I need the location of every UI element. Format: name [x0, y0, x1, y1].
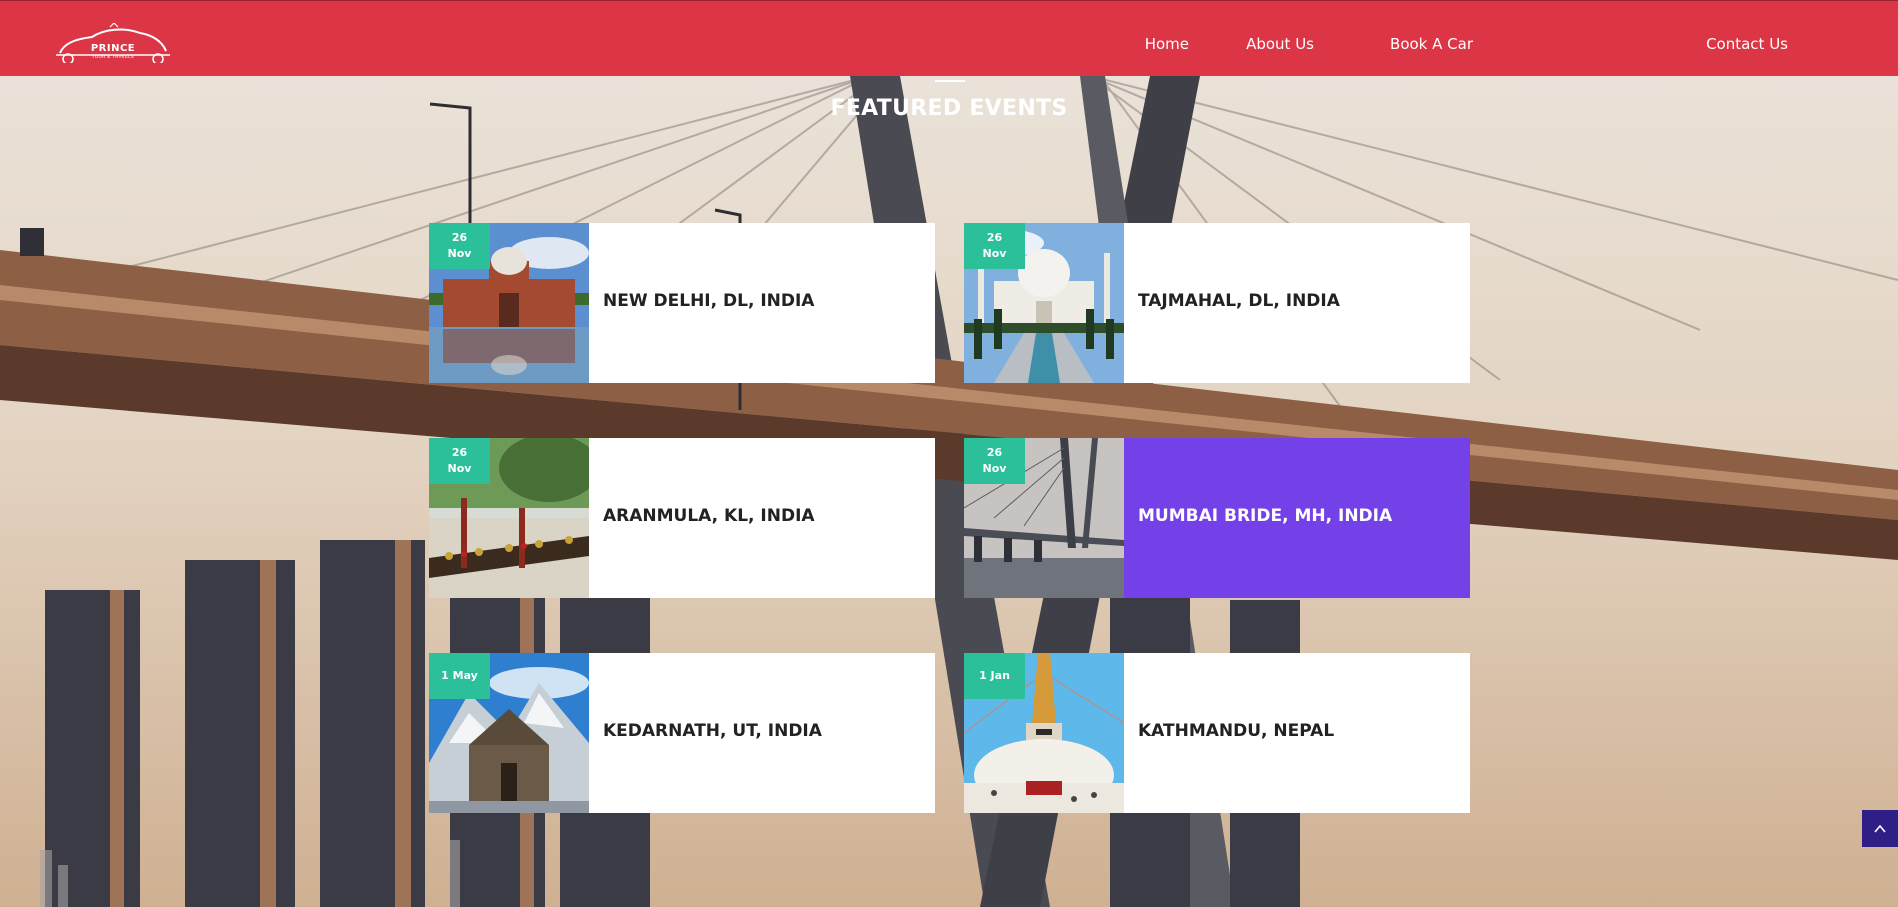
background-bridge-image [0, 0, 1898, 907]
event-info: TAJMAHAL, DL, INDIA [1124, 223, 1470, 383]
scroll-top-button[interactable] [1862, 810, 1898, 847]
date-day: 26 [986, 446, 1003, 459]
event-card-kedarnath[interactable]: 1 May KEDARNATH, UT, INDIA [429, 653, 935, 813]
date-month: Nov [447, 462, 472, 475]
date-badge: 1 Jan [964, 653, 1025, 699]
event-card-aranmula[interactable]: 26 Nov ARANMULA, KL, INDIA [429, 438, 935, 598]
event-card-tajmahal[interactable]: 26 Nov TAJMAHAL, DL, INDIA [964, 223, 1470, 383]
event-card-new-delhi[interactable]: 26 Nov NEW DELHI, DL, INDIA [429, 223, 935, 383]
section-title: FEATURED EVENTS [830, 96, 1068, 121]
event-place: MUMBAI BRIDE, MH, INDIA [1138, 506, 1393, 526]
event-card-kathmandu[interactable]: 1 Jan KATHMANDU, NEPAL [964, 653, 1470, 813]
title-accent-bar [935, 80, 965, 82]
brand-name: PRINCE [90, 43, 136, 54]
humayun-tomb-image: 26 Nov [429, 223, 589, 383]
date-badge: 26 Nov [964, 223, 1025, 269]
snake-boat-race-image: 26 Nov [429, 438, 589, 598]
date-badge: 26 Nov [429, 438, 490, 484]
site-header: PRINCE TOUR & TRAVELS Home About Us Book… [0, 0, 1898, 76]
chevron-up-icon [1874, 824, 1886, 833]
boudhanath-stupa-image: 1 Jan [964, 653, 1124, 813]
taj-mahal-image: 26 Nov [964, 223, 1124, 383]
event-place: TAJMAHAL, DL, INDIA [1138, 291, 1340, 311]
nav-about-us[interactable]: About Us [1246, 35, 1314, 53]
date-badge: 1 May [429, 653, 490, 699]
date-day: 26 [451, 446, 468, 459]
event-info: NEW DELHI, DL, INDIA [589, 223, 935, 383]
date-month: Nov [447, 247, 472, 260]
brand-logo[interactable]: PRINCE TOUR & TRAVELS [54, 23, 172, 63]
date-text: 1 Jan [979, 669, 1010, 682]
date-text: 1 May [441, 669, 478, 682]
event-info: KATHMANDU, NEPAL [1124, 653, 1470, 813]
event-place: ARANMULA, KL, INDIA [603, 506, 815, 526]
nav-home[interactable]: Home [1145, 35, 1189, 53]
date-day: 26 [986, 231, 1003, 244]
sea-link-bridge-image: 26 Nov [964, 438, 1124, 598]
date-badge: 26 Nov [964, 438, 1025, 484]
date-month: Nov [982, 462, 1007, 475]
date-month: Nov [982, 247, 1007, 260]
event-place: KATHMANDU, NEPAL [1138, 721, 1335, 741]
event-place: NEW DELHI, DL, INDIA [603, 291, 815, 311]
event-info: KEDARNATH, UT, INDIA [589, 653, 935, 813]
nav-book-a-car[interactable]: Book A Car [1390, 35, 1473, 53]
event-info: ARANMULA, KL, INDIA [589, 438, 935, 598]
event-card-mumbai-bride[interactable]: 26 Nov MUMBAI BRIDE, MH, INDIA [964, 438, 1470, 598]
date-badge: 26 Nov [429, 223, 490, 269]
nav-contact-us[interactable]: Contact Us [1706, 35, 1788, 53]
event-place: KEDARNATH, UT, INDIA [603, 721, 822, 741]
brand-tagline: TOUR & TRAVELS [91, 54, 135, 59]
date-day: 26 [451, 231, 468, 244]
kedarnath-temple-image: 1 May [429, 653, 589, 813]
event-info: MUMBAI BRIDE, MH, INDIA [1124, 438, 1470, 598]
